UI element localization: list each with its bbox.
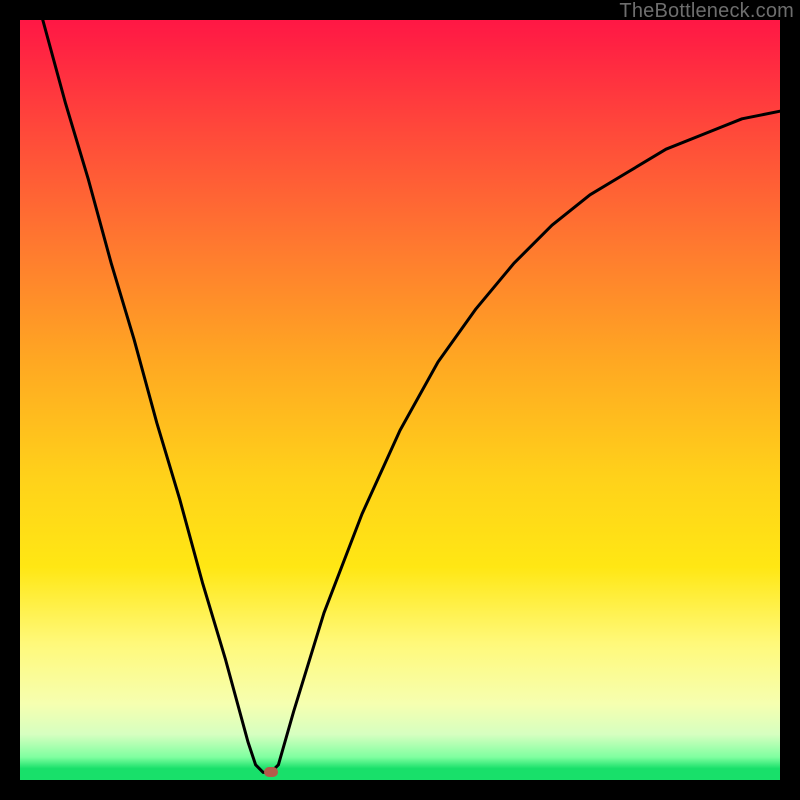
bottleneck-curve (20, 20, 780, 780)
chart-frame: TheBottleneck.com (0, 0, 800, 800)
optimal-point-marker (264, 767, 278, 777)
watermark-text: TheBottleneck.com (619, 0, 794, 23)
plot-area (20, 20, 780, 780)
